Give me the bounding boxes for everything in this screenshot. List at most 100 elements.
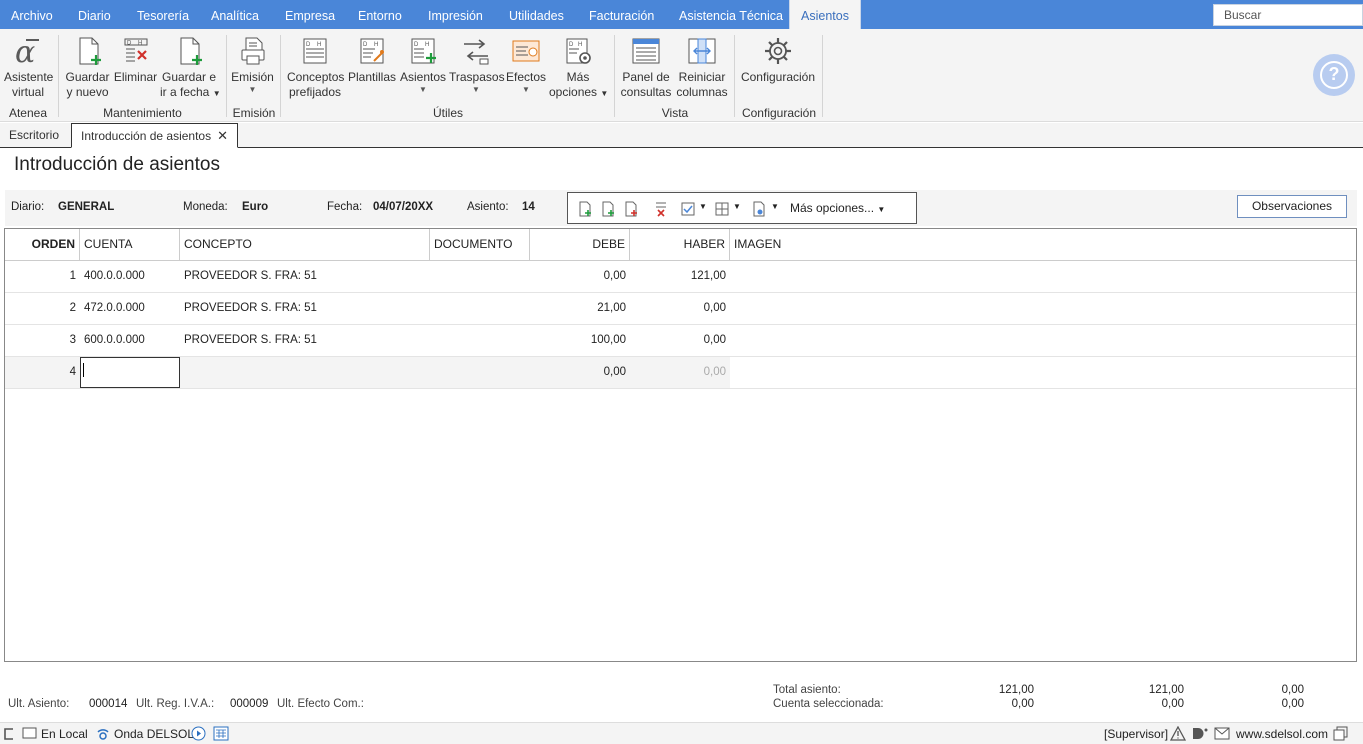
d-logo-icon[interactable] bbox=[1191, 726, 1209, 741]
document-view-icon[interactable] bbox=[751, 201, 767, 217]
mail-icon[interactable] bbox=[1214, 727, 1230, 740]
cuenta-debe: 0,00 bbox=[1011, 698, 1034, 710]
duplicate-line-icon[interactable] bbox=[623, 201, 639, 217]
new-entry-row[interactable]: 4 0,00 0,00 bbox=[5, 357, 1356, 389]
check-list-icon[interactable] bbox=[680, 201, 696, 217]
question-icon: ? bbox=[1320, 61, 1348, 89]
search-input[interactable]: Buscar bbox=[1213, 4, 1363, 26]
cuenta-input[interactable] bbox=[80, 357, 180, 388]
panel-consultas-button[interactable]: Panel de consultas bbox=[620, 35, 672, 100]
help-button[interactable]: ? bbox=[1313, 54, 1355, 96]
header-cuenta[interactable]: CUENTA bbox=[80, 229, 180, 260]
mas-opciones-button[interactable]: DH Más opciones ▼ bbox=[549, 35, 608, 101]
emision-button[interactable]: Emisión ▼ bbox=[230, 35, 275, 94]
menu-archivo[interactable]: Archivo bbox=[11, 0, 53, 29]
close-icon[interactable]: ✕ bbox=[217, 128, 228, 143]
eliminar-button[interactable]: DH Eliminar bbox=[113, 35, 158, 85]
play-icon[interactable] bbox=[191, 726, 206, 741]
panel-label-2: consultas bbox=[620, 85, 672, 99]
warning-icon[interactable] bbox=[1170, 726, 1186, 741]
menu-facturacion[interactable]: Facturación bbox=[589, 0, 654, 29]
tab-introduccion-asientos[interactable]: Introducción de asientos ✕ bbox=[71, 123, 238, 148]
cell-debe[interactable]: 0,00 bbox=[530, 357, 630, 388]
menu-asistencia-tecnica[interactable]: Asistencia Técnica bbox=[679, 0, 783, 29]
cell-cuenta[interactable]: 400.0.0.000 bbox=[80, 261, 180, 292]
chevron-down-icon[interactable]: ▼ bbox=[771, 202, 779, 211]
table-row[interactable]: 1 400.0.0.000 PROVEEDOR S. FRA: 51 0,00 … bbox=[5, 261, 1356, 293]
menu-asientos[interactable]: Asientos bbox=[789, 0, 861, 29]
cell-cuenta[interactable]: 600.0.0.000 bbox=[80, 325, 180, 356]
cell-concepto[interactable]: PROVEEDOR S. FRA: 51 bbox=[180, 325, 430, 356]
configuracion-label: Configuración bbox=[740, 70, 816, 84]
menu-diario[interactable]: Diario bbox=[78, 0, 111, 29]
observaciones-button[interactable]: Observaciones bbox=[1237, 195, 1347, 218]
configuracion-button[interactable]: Configuración bbox=[740, 35, 816, 85]
insert-line-icon[interactable] bbox=[600, 201, 616, 217]
menu-entorno[interactable]: Entorno bbox=[358, 0, 402, 29]
chevron-down-icon[interactable]: ▼ bbox=[699, 202, 707, 211]
header-imagen[interactable]: IMAGEN bbox=[730, 229, 830, 260]
delete-line-icon[interactable] bbox=[653, 201, 669, 217]
imagen-area bbox=[730, 357, 1356, 388]
svg-text:D: D bbox=[414, 42, 419, 48]
conceptos-prefijados-button[interactable]: DH Conceptos prefijados bbox=[287, 35, 344, 100]
fecha-value[interactable]: 04/07/20XX bbox=[373, 201, 433, 213]
cell-haber[interactable]: 0,00 bbox=[630, 293, 730, 324]
cell-documento[interactable] bbox=[430, 261, 530, 292]
mas-opciones-dropdown[interactable]: Más opciones... ▼ bbox=[790, 201, 885, 215]
asientos-button[interactable]: DH Asientos ▼ bbox=[399, 35, 447, 94]
window-icon[interactable] bbox=[1333, 726, 1349, 741]
reiniciar-columnas-button[interactable]: Reiniciar columnas bbox=[675, 35, 729, 100]
header-concepto[interactable]: CONCEPTO bbox=[180, 229, 430, 260]
entry-header: Diario: GENERAL Moneda: Euro Fecha: 04/0… bbox=[5, 190, 1357, 226]
menu-analitica[interactable]: Analítica bbox=[211, 0, 259, 29]
tab-escritorio[interactable]: Escritorio bbox=[0, 123, 68, 147]
add-line-icon[interactable] bbox=[577, 201, 593, 217]
total-asiento-label: Total asiento: bbox=[773, 684, 841, 696]
traspasos-button[interactable]: Traspasos ▼ bbox=[449, 35, 505, 94]
settings-document-icon: DH bbox=[566, 38, 591, 64]
cell-debe[interactable]: 100,00 bbox=[530, 325, 630, 356]
delete-entry-icon: DH bbox=[124, 38, 147, 62]
chevron-down-icon: ▼ bbox=[472, 85, 480, 94]
asistente-virtual-button[interactable]: α Asistente virtual bbox=[4, 35, 53, 100]
cell-debe[interactable]: 21,00 bbox=[530, 293, 630, 324]
guardar-y-nuevo-button[interactable]: Guardar y nuevo bbox=[65, 35, 110, 100]
table-row[interactable]: 3 600.0.0.000 PROVEEDOR S. FRA: 51 100,0… bbox=[5, 325, 1356, 357]
onda-delsol-link[interactable]: Onda DELSOL bbox=[114, 727, 194, 741]
grid-header: ORDEN CUENTA CONCEPTO DOCUMENTO DEBE HAB… bbox=[5, 229, 1356, 261]
table-row[interactable]: 2 472.0.0.000 PROVEEDOR S. FRA: 51 21,00… bbox=[5, 293, 1356, 325]
cell-haber[interactable]: 121,00 bbox=[630, 261, 730, 292]
cell-documento[interactable] bbox=[430, 325, 530, 356]
efectos-button[interactable]: Efectos ▼ bbox=[505, 35, 547, 94]
plantillas-button[interactable]: DH Plantillas bbox=[348, 35, 396, 85]
cell-cuenta[interactable]: 472.0.0.000 bbox=[80, 293, 180, 324]
mas-opciones-label-1: Más bbox=[566, 70, 590, 84]
moneda-value: Euro bbox=[242, 201, 269, 213]
header-haber[interactable]: HABER bbox=[630, 229, 730, 260]
menu-empresa[interactable]: Empresa bbox=[285, 0, 335, 29]
menu-tesoreria[interactable]: Tesorería bbox=[137, 0, 189, 29]
cell-documento[interactable] bbox=[430, 293, 530, 324]
cell-haber[interactable]: 0,00 bbox=[630, 357, 730, 388]
efectos-label: Efectos bbox=[505, 70, 547, 84]
calculator-icon[interactable] bbox=[213, 726, 229, 741]
svg-text:H: H bbox=[138, 41, 142, 47]
menu-impresion[interactable]: Impresión bbox=[428, 0, 483, 29]
group-separator bbox=[822, 35, 823, 117]
svg-text:H: H bbox=[317, 42, 321, 48]
cell-concepto[interactable]: PROVEEDOR S. FRA: 51 bbox=[180, 293, 430, 324]
cell-haber[interactable]: 0,00 bbox=[630, 325, 730, 356]
cell-debe[interactable]: 0,00 bbox=[530, 261, 630, 292]
onda-icon bbox=[97, 729, 109, 740]
columns-icon[interactable] bbox=[714, 201, 730, 217]
cell-concepto[interactable]: PROVEEDOR S. FRA: 51 bbox=[180, 261, 430, 292]
website-link[interactable]: www.sdelsol.com bbox=[1236, 727, 1328, 741]
guardar-ir-fecha-button[interactable]: Guardar e ir a fecha ▼ bbox=[160, 35, 221, 101]
header-orden[interactable]: ORDEN bbox=[5, 229, 80, 260]
menu-utilidades[interactable]: Utilidades bbox=[509, 0, 564, 29]
svg-text:D: D bbox=[569, 42, 574, 48]
header-debe[interactable]: DEBE bbox=[530, 229, 630, 260]
header-documento[interactable]: DOCUMENTO bbox=[430, 229, 530, 260]
chevron-down-icon[interactable]: ▼ bbox=[733, 202, 741, 211]
